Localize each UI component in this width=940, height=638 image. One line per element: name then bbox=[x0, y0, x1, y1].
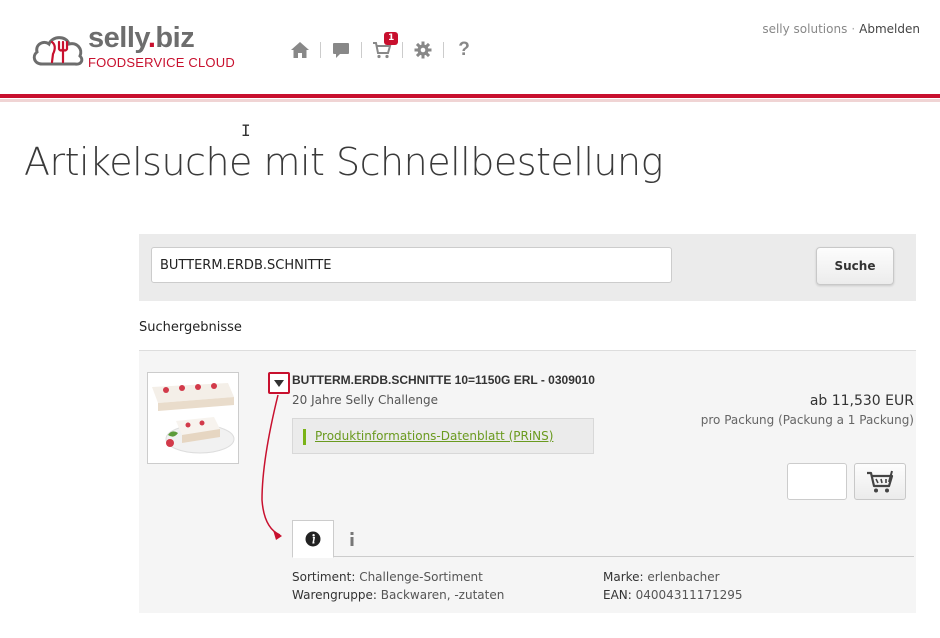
quantity-input[interactable] bbox=[787, 463, 847, 500]
product-price: ab 11,530 EUR bbox=[809, 393, 914, 409]
home-icon bbox=[291, 42, 309, 58]
nav-home[interactable] bbox=[280, 38, 320, 62]
nav-cart[interactable]: 1 bbox=[362, 32, 402, 62]
results-heading: Suchergebnisse bbox=[139, 320, 242, 335]
info-icon bbox=[350, 532, 354, 546]
detail-sortiment: Sortiment: Challenge-Sortiment bbox=[292, 570, 483, 584]
detail-left-column: Sortiment: Challenge-Sortiment Warengrup… bbox=[292, 568, 504, 604]
detail-right-column: Marke: erlenbacher EAN: 04004311171295 bbox=[603, 568, 743, 604]
prins-datasheet-link[interactable]: Produktinformations-Datenblatt (PRiNS) bbox=[315, 429, 553, 443]
text-cursor-icon: I bbox=[241, 121, 251, 140]
search-input[interactable] bbox=[151, 247, 672, 283]
add-to-cart-button[interactable] bbox=[854, 463, 906, 500]
main-nav: 1 ? bbox=[280, 32, 484, 62]
logout-link[interactable]: Abmelden bbox=[859, 22, 920, 36]
chat-icon bbox=[333, 42, 349, 58]
cloud-fork-knife-icon bbox=[32, 36, 84, 66]
product-subtitle: 20 Jahre Selly Challenge bbox=[292, 393, 439, 407]
detail-warengruppe: Warengruppe: Backwaren, -zutaten bbox=[292, 588, 505, 602]
expand-toggle-button[interactable] bbox=[268, 372, 290, 394]
info-circle-icon bbox=[305, 531, 321, 547]
product-image[interactable] bbox=[147, 372, 239, 464]
cake-slices-image bbox=[148, 373, 238, 463]
nav-help[interactable]: ? bbox=[444, 38, 484, 62]
tab-product-info[interactable] bbox=[292, 520, 334, 558]
info-bar-icon bbox=[303, 429, 306, 445]
page-title: Artikelsuche mit Schnellbestellung bbox=[24, 140, 663, 184]
result-item: BUTTERM.ERDB.SCHNITTE 10=1150G ERL - 030… bbox=[139, 350, 916, 613]
gear-icon bbox=[414, 41, 432, 59]
tab-additional-info[interactable] bbox=[338, 520, 366, 558]
price-unit: pro Packung (Packung a 1 Packung) bbox=[700, 413, 914, 427]
detail-ean: EAN: 04004311171295 bbox=[603, 588, 743, 602]
nav-settings[interactable] bbox=[403, 38, 443, 62]
detail-marke: Marke: erlenbacher bbox=[603, 570, 720, 584]
cart-plus-icon bbox=[867, 470, 894, 492]
logo-wordmark: selly.biz bbox=[88, 22, 195, 54]
app-header: selly.biz FOODSERVICE CLOUD 1 ? selly so… bbox=[0, 0, 940, 102]
help-icon: ? bbox=[458, 39, 470, 60]
detail-tabs bbox=[292, 520, 914, 558]
link-separator: · bbox=[851, 22, 856, 36]
prins-info-box: Produktinformations-Datenblatt (PRiNS) bbox=[292, 418, 594, 454]
product-title[interactable]: BUTTERM.ERDB.SCHNITTE 10=1150G ERL - 030… bbox=[292, 373, 595, 387]
selly-logo[interactable]: selly.biz FOODSERVICE CLOUD bbox=[30, 22, 235, 74]
search-panel: Suche bbox=[139, 234, 916, 301]
cart-count-badge: 1 bbox=[384, 32, 399, 45]
nav-messages[interactable] bbox=[321, 38, 361, 62]
company-link[interactable]: selly solutions bbox=[762, 22, 847, 36]
logo-tagline: FOODSERVICE CLOUD bbox=[88, 55, 235, 70]
search-button[interactable]: Suche bbox=[816, 247, 894, 285]
top-links: selly solutions · Abmelden bbox=[762, 22, 920, 36]
